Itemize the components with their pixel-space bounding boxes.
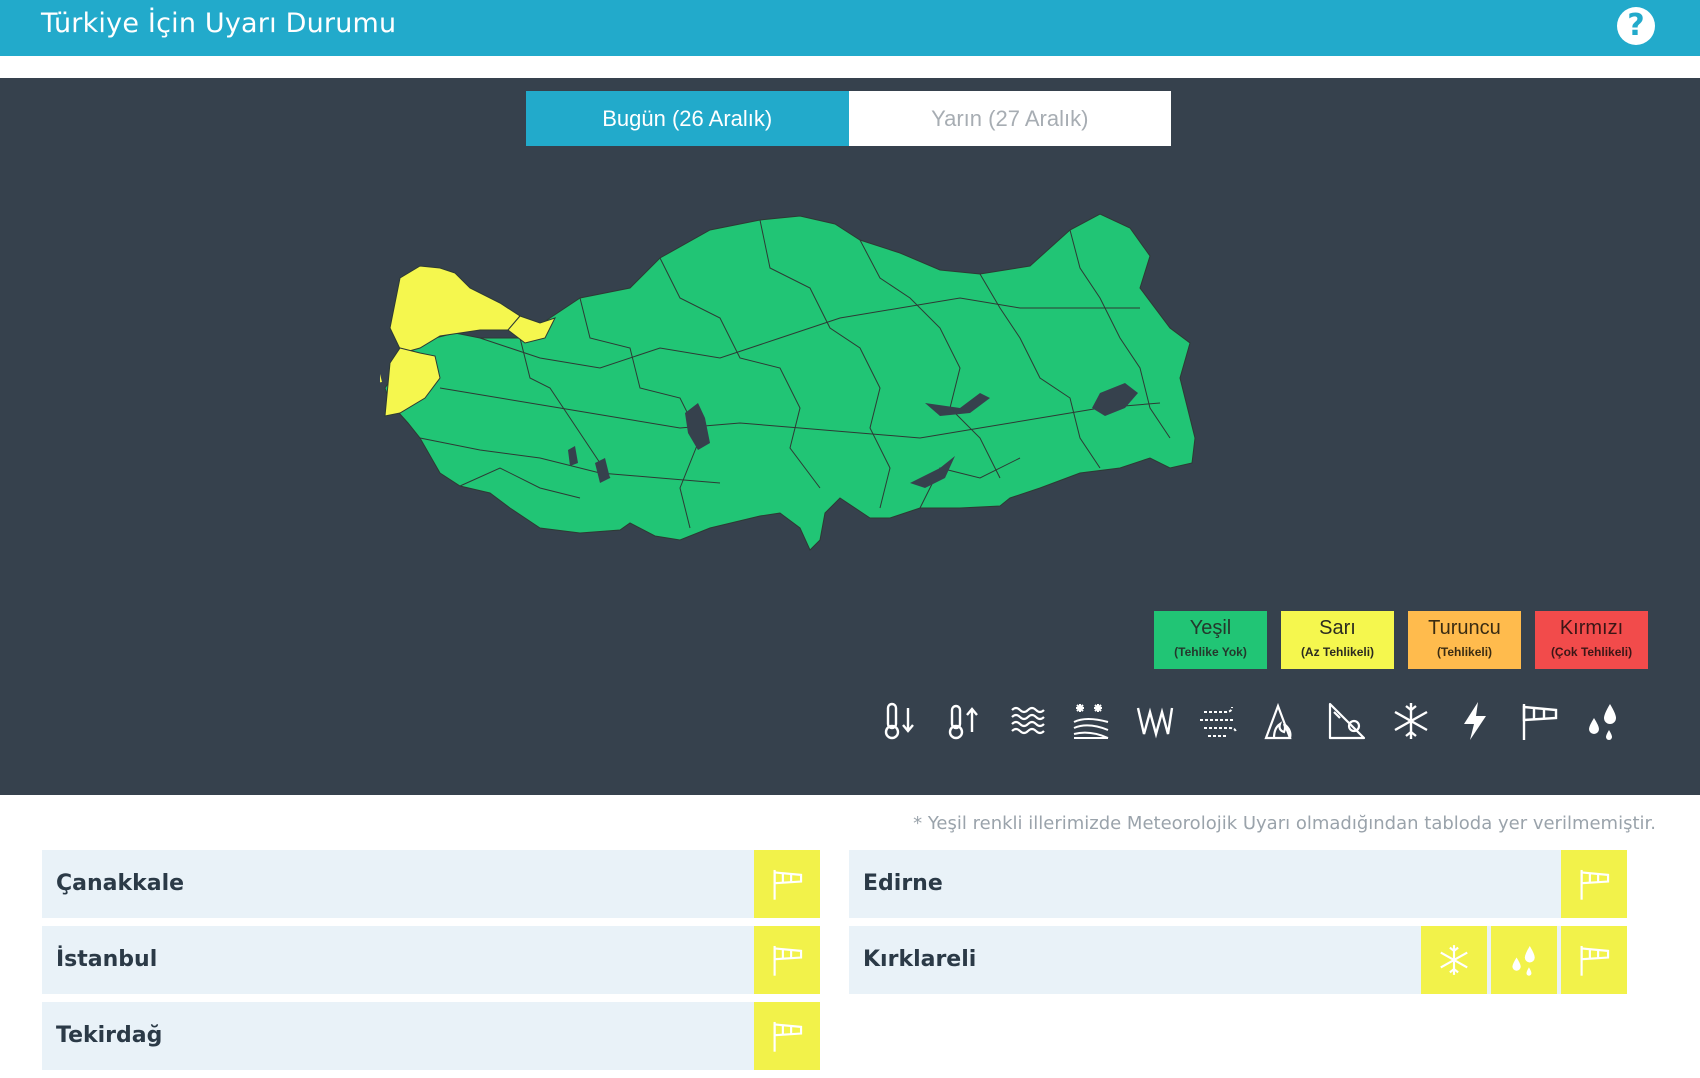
wind-flag-icon[interactable] <box>1516 698 1562 744</box>
snowfall-icon[interactable] <box>1068 698 1114 744</box>
wind-flag-icon[interactable] <box>754 850 820 918</box>
province-name: Edirne <box>863 871 943 896</box>
wind-flag-icon[interactable] <box>1561 850 1627 918</box>
province-name: Çanakkale <box>56 871 185 896</box>
island-gokceada <box>380 374 382 383</box>
province-row: Tekirdağ <box>42 1002 820 1070</box>
province-row: Çanakkale <box>42 850 820 918</box>
snowflake-icon[interactable] <box>1388 698 1434 744</box>
region-anatolia[interactable] <box>384 213 1196 551</box>
tab-today[interactable]: Bugün (26 Aralık) <box>526 91 849 146</box>
legend-orange: Turuncu (Tehlikeli) <box>1408 611 1521 669</box>
hazard-icons <box>876 698 1636 744</box>
dust-wind-icon[interactable] <box>1196 698 1242 744</box>
tab-tomorrow[interactable]: Yarın (27 Aralık) <box>848 91 1171 146</box>
province-row: Edirne <box>849 850 1627 918</box>
wind-flag-icon[interactable] <box>754 926 820 994</box>
avalanche-icon[interactable] <box>1132 698 1178 744</box>
legend-yellow: Sarı (Az Tehlikeli) <box>1281 611 1394 669</box>
legend-green: Yeşil (Tehlike Yok) <box>1154 611 1267 669</box>
province-name: İstanbul <box>56 947 158 972</box>
province-row: İstanbul <box>42 926 820 994</box>
legend-red: Kırmızı (Çok Tehlikeli) <box>1535 611 1648 669</box>
forest-fire-icon[interactable] <box>1260 698 1306 744</box>
lightning-icon[interactable] <box>1452 698 1498 744</box>
snowflake-icon[interactable] <box>1421 926 1487 994</box>
rain-drops-icon[interactable] <box>1580 698 1626 744</box>
landslide-icon[interactable] <box>1324 698 1370 744</box>
province-name: Tekirdağ <box>56 1023 163 1048</box>
wind-flag-icon[interactable] <box>754 1002 820 1070</box>
cold-thermometer-icon[interactable] <box>876 698 922 744</box>
question-circle-icon[interactable]: ? <box>1617 7 1655 45</box>
fog-icon[interactable] <box>1004 698 1050 744</box>
rain-drops-icon[interactable] <box>1491 926 1557 994</box>
page-title: Türkiye İçin Uyarı Durumu <box>41 8 397 39</box>
severity-legend: Yeşil (Tehlike Yok) Sarı (Az Tehlikeli) … <box>1154 611 1649 671</box>
day-tabs: Bugün (26 Aralık) Yarın (27 Aralık) <box>526 91 1171 146</box>
wind-flag-icon[interactable] <box>1561 926 1627 994</box>
hot-thermometer-icon[interactable] <box>940 698 986 744</box>
province-name: Kırklareli <box>863 947 977 972</box>
no-warning-note: * Yeşil renkli illerimizde Meteorolojik … <box>913 813 1656 834</box>
map-stage: Bugün (26 Aralık) Yarın (27 Aralık) Yeşi… <box>0 78 1700 795</box>
header-bar: Türkiye İçin Uyarı Durumu ? <box>0 0 1700 56</box>
province-row: Kırklareli <box>849 926 1627 994</box>
